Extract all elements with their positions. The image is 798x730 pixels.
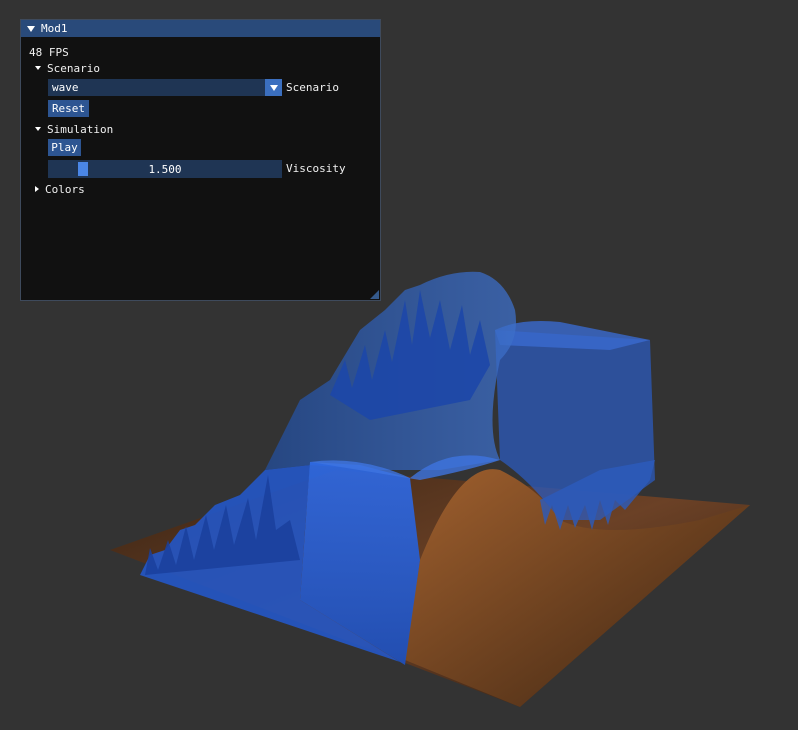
scenario-header-label: Scenario bbox=[47, 61, 100, 75]
window-title: Mod1 bbox=[41, 22, 68, 35]
scenario-combo[interactable]: wave bbox=[48, 79, 282, 96]
simulation-header[interactable]: Simulation bbox=[35, 122, 113, 136]
scenario-combo-label: Scenario bbox=[286, 81, 339, 94]
viscosity-slider[interactable]: 1.500 bbox=[48, 160, 282, 178]
chevron-down-icon bbox=[269, 84, 278, 91]
reset-button[interactable]: Reset bbox=[48, 100, 89, 117]
expanded-icon bbox=[35, 66, 41, 70]
mod1-settings-window[interactable]: Mod1 48 FPS Scenario wave Scenario Reset… bbox=[20, 19, 381, 301]
water-back-top bbox=[495, 321, 650, 350]
play-button[interactable]: Play bbox=[48, 139, 81, 156]
window-titlebar[interactable]: Mod1 bbox=[21, 20, 380, 37]
resize-grip-icon[interactable] bbox=[370, 290, 379, 299]
expanded-icon bbox=[35, 127, 41, 131]
combo-arrow-button[interactable] bbox=[265, 79, 282, 96]
colors-header[interactable]: Colors bbox=[35, 182, 85, 196]
collapsed-icon bbox=[35, 186, 39, 192]
colors-header-label: Colors bbox=[45, 182, 85, 196]
viscosity-value: 1.500 bbox=[148, 162, 182, 176]
scenario-header[interactable]: Scenario bbox=[35, 61, 100, 75]
collapse-icon[interactable] bbox=[27, 25, 35, 32]
simulation-header-label: Simulation bbox=[47, 122, 114, 136]
scenario-combo-value: wave bbox=[52, 81, 79, 94]
viscosity-label: Viscosity bbox=[286, 162, 346, 175]
fps-counter: 48 FPS bbox=[29, 45, 69, 59]
